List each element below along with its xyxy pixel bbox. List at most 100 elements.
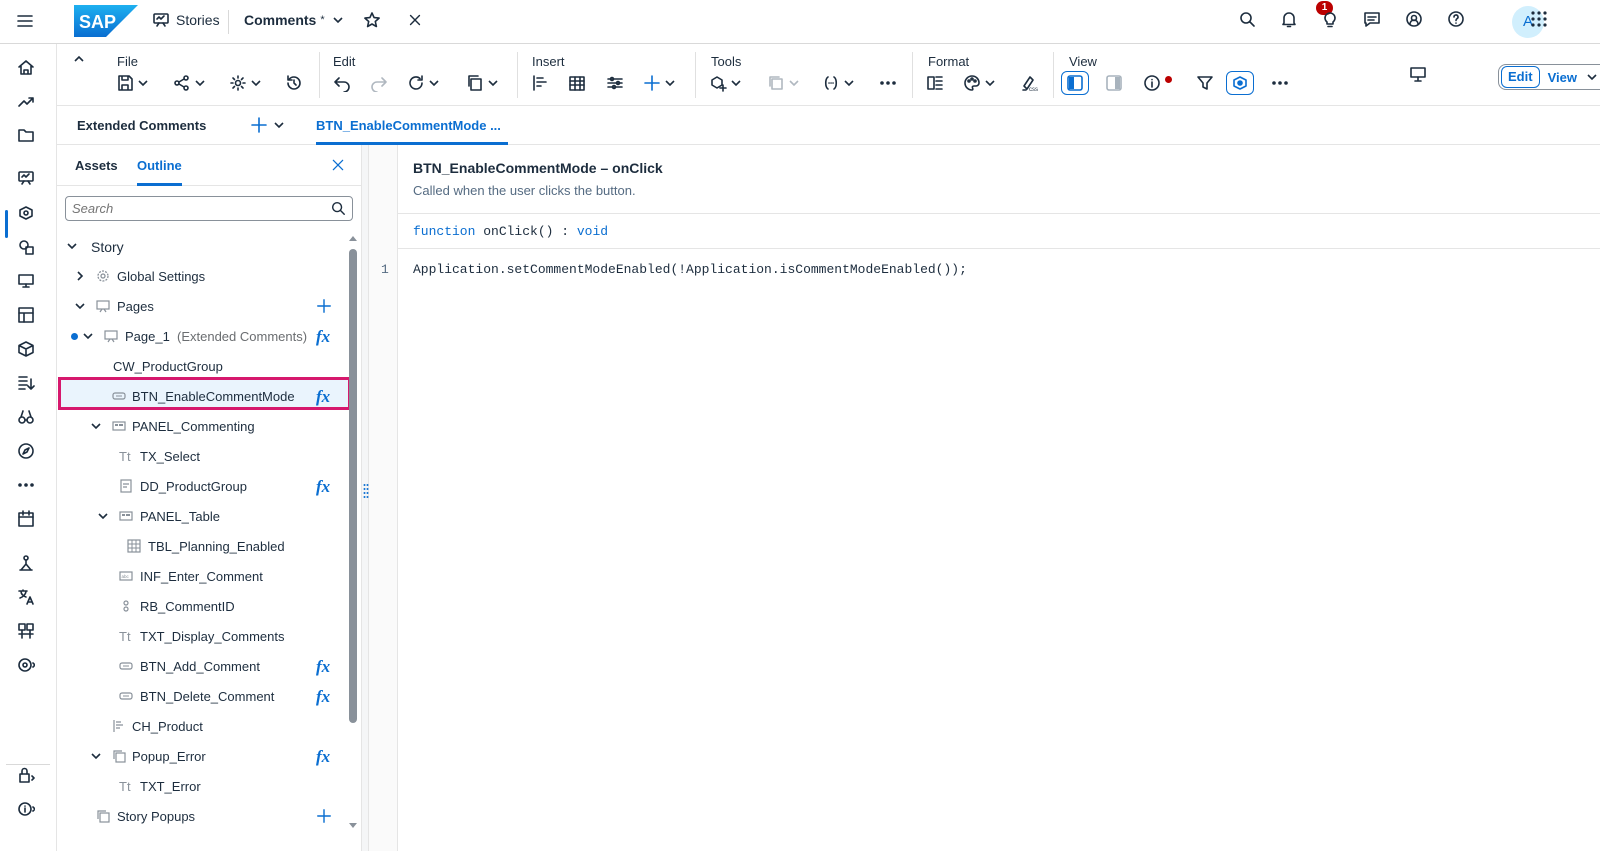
explorer-binoculars-icon[interactable]	[17, 408, 35, 426]
hamburger-menu-icon[interactable]	[16, 12, 34, 30]
tools-add-menu-button[interactable]	[709, 74, 741, 92]
script-fx-icon[interactable]: fx	[316, 327, 330, 347]
more-dots-icon[interactable]	[17, 476, 35, 494]
copy-menu-button[interactable]	[466, 74, 498, 92]
search-input[interactable]	[72, 201, 322, 216]
script-tab-btn-enablecommentmode[interactable]: BTN_EnableCommentMode ...	[316, 106, 508, 145]
notifications-bell-icon[interactable]	[1280, 10, 1298, 28]
lightbulb-icon[interactable]	[1321, 10, 1339, 28]
close-document-icon[interactable]	[407, 12, 423, 28]
data-analyzer-icon[interactable]	[17, 272, 35, 290]
search-icon[interactable]	[330, 200, 346, 216]
search-icon[interactable]	[1238, 10, 1256, 28]
chevron-down-icon[interactable]	[83, 331, 93, 341]
tree-row-global-settings[interactable]: Global Settings	[57, 261, 347, 291]
product-switch-grid-icon[interactable]	[1530, 10, 1548, 28]
digital-boardroom-icon[interactable]	[17, 238, 35, 256]
tree-row-popup-error[interactable]: Popup_Error fx	[57, 741, 347, 771]
layout-button[interactable]	[926, 74, 944, 92]
predictive-icon[interactable]	[17, 554, 35, 572]
edit-mode-button[interactable]: Edit	[1501, 66, 1540, 88]
modeler-cube-icon[interactable]	[17, 340, 35, 358]
tree-row-story[interactable]: Story	[57, 231, 347, 261]
insert-chart-button[interactable]	[531, 74, 549, 92]
share-menu-button[interactable]	[173, 74, 205, 92]
folder-icon[interactable]	[17, 126, 35, 144]
close-panel-icon[interactable]	[331, 158, 345, 172]
left-panel-toggle[interactable]	[1061, 71, 1089, 95]
code-line[interactable]: Application.setCommentModeEnabled(!Appli…	[413, 262, 967, 277]
story-tab[interactable]: Extended Comments	[77, 118, 206, 133]
script-fx-icon[interactable]: fx	[316, 477, 330, 497]
tree-row-tx-select[interactable]: Tt TX_Select	[57, 441, 347, 471]
comment-mode-toggle[interactable]	[1226, 71, 1254, 95]
tree-row-page-1[interactable]: Page_1 (Extended Comments) fx	[57, 321, 347, 351]
system-settings-icon[interactable]	[17, 656, 35, 674]
refresh-menu-button[interactable]	[407, 74, 439, 92]
tree-row-txt-display-comments[interactable]: Tt TXT_Display_Comments	[57, 621, 347, 651]
tree-row-rb-commentid[interactable]: RB_CommentID	[57, 591, 347, 621]
css-button[interactable]: css	[1020, 74, 1038, 92]
right-panel-toggle[interactable]	[1105, 74, 1123, 92]
info-panel-button[interactable]	[1143, 74, 1172, 92]
translation-icon[interactable]	[17, 588, 35, 606]
script-fx-icon[interactable]: fx	[316, 657, 330, 677]
outline-search[interactable]	[65, 196, 353, 221]
tree-row-pages[interactable]: Pages	[57, 291, 347, 321]
insert-add-menu-button[interactable]	[643, 74, 675, 92]
tree-row-ch-product[interactable]: CH_Product	[57, 711, 347, 741]
tree-row-btn-enablecommentmode[interactable]: BTN_EnableCommentMode fx	[57, 381, 347, 411]
insert-input-control-button[interactable]	[606, 74, 624, 92]
compass-icon[interactable]	[17, 442, 35, 460]
add-popup-icon[interactable]	[316, 808, 332, 824]
chevron-down-icon[interactable]	[67, 241, 77, 251]
chevron-right-icon[interactable]	[75, 271, 85, 281]
scrollbar-thumb[interactable]	[349, 249, 357, 723]
script-fx-icon[interactable]: fx	[316, 747, 330, 767]
script-fx-icon[interactable]: fx	[316, 387, 330, 407]
collaboration-icon[interactable]	[1405, 10, 1423, 28]
collapse-toolbar-icon[interactable]	[74, 54, 84, 64]
save-menu-button[interactable]	[116, 74, 148, 92]
tree-row-dd-productgroup[interactable]: DD_ProductGroup fx	[57, 471, 347, 501]
sap-logo[interactable]: SAP	[74, 5, 138, 37]
tree-row-txt-error[interactable]: Tt TXT_Error	[57, 771, 347, 801]
scripting-variable-menu-button[interactable]	[822, 74, 854, 92]
redo-button[interactable]	[370, 74, 388, 92]
tools-copy-menu-button[interactable]	[767, 74, 799, 92]
view-mode-button[interactable]: View	[1548, 70, 1577, 85]
filter-button[interactable]	[1196, 74, 1214, 92]
device-preview-icon[interactable]	[1409, 65, 1427, 83]
chevron-down-icon[interactable]	[98, 511, 108, 521]
info-icon[interactable]	[17, 800, 35, 818]
tools-more-button[interactable]	[879, 74, 897, 92]
scroll-down-icon[interactable]	[349, 823, 357, 829]
tree-row-story-popups[interactable]: Story Popups	[57, 801, 347, 831]
outline-scrollbar[interactable]	[349, 235, 357, 851]
tab-outline[interactable]: Outline	[137, 158, 182, 186]
calendar-icon[interactable]	[17, 510, 35, 528]
theme-palette-menu-button[interactable]	[963, 74, 995, 92]
tree-row-tbl-planning-enabled[interactable]: TBL_Planning_Enabled	[57, 531, 347, 561]
history-button[interactable]	[285, 74, 303, 92]
datasets-icon[interactable]	[17, 306, 35, 324]
undo-button[interactable]	[333, 74, 351, 92]
chevron-down-icon[interactable]	[1587, 72, 1597, 82]
tree-row-panel-table[interactable]: PANEL_Table	[57, 501, 347, 531]
tree-row-panel-commenting[interactable]: PANEL_Commenting	[57, 411, 347, 441]
deployment-icon[interactable]	[17, 622, 35, 640]
document-title[interactable]: Comments *	[244, 12, 343, 28]
stories-link[interactable]: Stories	[152, 11, 220, 29]
trend-icon[interactable]	[17, 92, 35, 110]
data-integration-icon[interactable]	[17, 374, 35, 392]
stories-nav-icon[interactable]	[17, 169, 35, 187]
analytic-application-icon[interactable]	[17, 204, 35, 222]
view-more-button[interactable]	[1271, 74, 1289, 92]
add-page-icon[interactable]	[316, 298, 332, 314]
insert-table-button[interactable]	[568, 74, 586, 92]
tab-assets[interactable]: Assets	[75, 158, 118, 173]
scroll-up-icon[interactable]	[349, 235, 357, 241]
script-fx-icon[interactable]: fx	[316, 687, 330, 707]
security-lock-icon[interactable]	[17, 766, 35, 784]
chevron-down-icon[interactable]	[75, 301, 85, 311]
